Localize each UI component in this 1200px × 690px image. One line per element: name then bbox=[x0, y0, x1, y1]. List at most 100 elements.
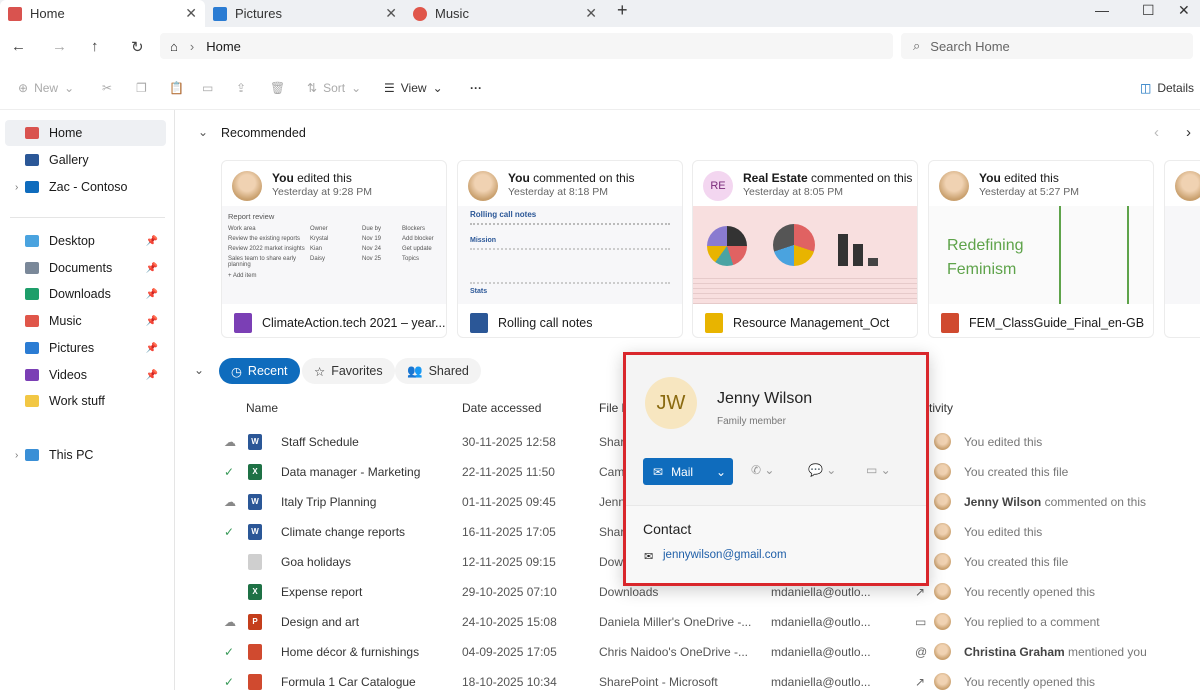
avatar bbox=[1175, 171, 1200, 201]
sidebar-item-zac-contoso[interactable]: › Zac - Contoso bbox=[5, 174, 166, 200]
sidebar-item-home[interactable]: Home bbox=[5, 120, 166, 146]
tab-music[interactable]: Music ✕ bbox=[405, 0, 605, 27]
chevron-right-icon[interactable]: › bbox=[15, 450, 18, 461]
sidebar-item-label: Home bbox=[49, 126, 83, 140]
activity-type-icon: ↗ bbox=[915, 675, 926, 689]
cut-icon[interactable]: ✂ bbox=[102, 81, 112, 95]
sidebar-item-documents[interactable]: Documents 📌 bbox=[5, 255, 166, 281]
filter-recent[interactable]: ◷ Recent bbox=[219, 358, 300, 384]
chevron-right-icon[interactable]: › bbox=[15, 182, 18, 193]
activity-text: You edited this bbox=[964, 435, 1043, 449]
actor: Jenny Wilson bbox=[964, 495, 1042, 509]
music-icon bbox=[413, 6, 427, 21]
column-header-name[interactable]: Name bbox=[246, 401, 278, 415]
sidebar-item-work-stuff[interactable]: Work stuff bbox=[5, 388, 166, 414]
filter-shared[interactable]: 👥 Shared bbox=[395, 358, 481, 384]
file-location: Daniela Miller's OneDrive -... bbox=[599, 615, 752, 629]
file-row[interactable]: ✓ Home décor & furnishings 04-09-2025 17… bbox=[175, 637, 1200, 660]
sidebar-item-downloads[interactable]: Downloads 📌 bbox=[5, 281, 166, 307]
scroll-right-button[interactable]: › bbox=[1186, 124, 1191, 141]
view-label: View bbox=[400, 81, 427, 95]
activity-text: You created this file bbox=[964, 555, 1069, 569]
file-location: SharePoint - Microsoft bbox=[599, 675, 718, 689]
recommended-card[interactable]: RE Real Estate commented on this Yesterday… bbox=[692, 160, 918, 338]
collapse-recommended-icon[interactable]: ⌄ bbox=[198, 125, 208, 139]
video-button[interactable]: ▭ ⌄ bbox=[866, 463, 891, 477]
file-type-icon bbox=[248, 644, 262, 660]
details-button[interactable]: ◫ Details bbox=[1140, 81, 1194, 95]
date-accessed: 18-10-2025 10:34 bbox=[462, 675, 557, 689]
details-label: Details bbox=[1157, 81, 1195, 95]
thumb-text: Owner bbox=[310, 226, 328, 232]
clock-icon: ◷ bbox=[231, 364, 242, 379]
thumb-text: Mission bbox=[470, 237, 497, 244]
activity: You edited this bbox=[964, 525, 1042, 539]
filter-favorites[interactable]: ☆ Favorites bbox=[302, 358, 395, 384]
close-tab-icon[interactable]: ✕ bbox=[585, 5, 597, 22]
paste-icon[interactable]: 📋 bbox=[169, 81, 184, 95]
new-label: New bbox=[34, 81, 59, 95]
close-window-button[interactable]: ✕ bbox=[1178, 2, 1190, 19]
sidebar-item-pictures[interactable]: Pictures 📌 bbox=[5, 335, 166, 361]
column-header-date[interactable]: Date accessed bbox=[462, 401, 541, 415]
tab-pictures[interactable]: Pictures ✕ bbox=[205, 0, 405, 27]
call-button[interactable]: ✆ ⌄ bbox=[751, 463, 774, 477]
sidebar-item-desktop[interactable]: Desktop 📌 bbox=[5, 228, 166, 254]
activity-type-icon: @ bbox=[915, 645, 928, 659]
sidebar-item-music[interactable]: Music 📌 bbox=[5, 308, 166, 334]
card-file-name: Resource Management_Oct bbox=[733, 316, 890, 330]
action: commented on this bbox=[811, 171, 913, 185]
file-location: Downloads bbox=[599, 585, 659, 599]
recommended-card[interactable]: You edited this Yesterday at 5:27 PM Redef… bbox=[928, 160, 1154, 338]
view-button[interactable]: ☰ View ⌄ bbox=[384, 81, 443, 95]
filter-label: Shared bbox=[428, 364, 469, 378]
action: commented on this bbox=[533, 171, 635, 185]
chat-button[interactable]: 💬 ⌄ bbox=[808, 463, 836, 477]
pin-icon: 📌 bbox=[145, 369, 158, 381]
thumb-title: Rolling call notes bbox=[470, 210, 537, 219]
file-row[interactable]: ✓ Formula 1 Car Catalogue 18-10-2025 10:… bbox=[175, 667, 1200, 690]
close-tab-icon[interactable]: ✕ bbox=[385, 5, 397, 22]
maximize-button[interactable]: ☐ bbox=[1142, 2, 1155, 19]
more-options-button[interactable]: ··· bbox=[470, 81, 482, 95]
sidebar-item-gallery[interactable]: Gallery bbox=[5, 147, 166, 173]
share-icon[interactable]: ⇪ bbox=[236, 81, 246, 95]
recommended-card[interactable]: You edited this Yesterday at 9:28 PM Repor… bbox=[221, 160, 447, 338]
forward-button[interactable]: → bbox=[52, 38, 67, 55]
breadcrumb[interactable]: ⌂ › Home bbox=[160, 33, 893, 59]
view-icon: ☰ bbox=[384, 81, 395, 95]
recommended-card[interactable]: You commented on this Yesterday at 8:18 P… bbox=[457, 160, 683, 338]
file-owner: mdaniella@outlo... bbox=[771, 615, 871, 629]
contact-email-link[interactable]: jennywilson@gmail.com bbox=[663, 549, 787, 561]
copy-icon[interactable]: ❐ bbox=[136, 81, 147, 95]
refresh-button[interactable]: ↻ bbox=[131, 38, 144, 56]
rename-icon[interactable]: ▭ bbox=[202, 81, 213, 95]
sidebar-item-videos[interactable]: Videos 📌 bbox=[5, 362, 166, 388]
sort-button[interactable]: ⇅ Sort ⌄ bbox=[307, 81, 361, 95]
recommended-card[interactable] bbox=[1164, 160, 1200, 338]
new-button[interactable]: ⊕ New ⌄ bbox=[18, 81, 74, 95]
delete-icon[interactable]: 🗑 bbox=[270, 81, 285, 95]
sidebar-item-this-pc[interactable]: › This PC bbox=[5, 442, 166, 468]
file-owner: mdaniella@outlo... bbox=[771, 645, 871, 659]
breadcrumb-home[interactable]: Home bbox=[206, 39, 241, 54]
folder-icon bbox=[25, 288, 39, 300]
mail-button[interactable]: ✉ Mail ⌄ bbox=[643, 458, 733, 485]
file-icon bbox=[470, 313, 488, 333]
file-row[interactable]: ☁ P Design and art 24-10-2025 15:08 Danie… bbox=[175, 607, 1200, 630]
avatar bbox=[934, 583, 951, 600]
sidebar-item-label: Work stuff bbox=[49, 394, 105, 408]
back-button[interactable]: ← bbox=[11, 38, 26, 55]
tab-home[interactable]: Home ✕ bbox=[0, 0, 205, 27]
scroll-left-button[interactable]: ‹ bbox=[1154, 124, 1159, 141]
collapse-files-icon[interactable]: ⌄ bbox=[194, 363, 204, 377]
close-tab-icon[interactable]: ✕ bbox=[185, 5, 197, 22]
search-input[interactable]: ⌕ Search Home bbox=[901, 33, 1193, 59]
minimize-button[interactable]: — bbox=[1095, 2, 1109, 18]
pin-icon: 📌 bbox=[145, 288, 158, 300]
folder-icon bbox=[25, 127, 39, 139]
avatar bbox=[468, 171, 498, 201]
new-tab-button[interactable]: + bbox=[617, 0, 628, 21]
up-button[interactable]: ↑ bbox=[91, 38, 99, 55]
chevron-right-icon: › bbox=[189, 38, 195, 54]
